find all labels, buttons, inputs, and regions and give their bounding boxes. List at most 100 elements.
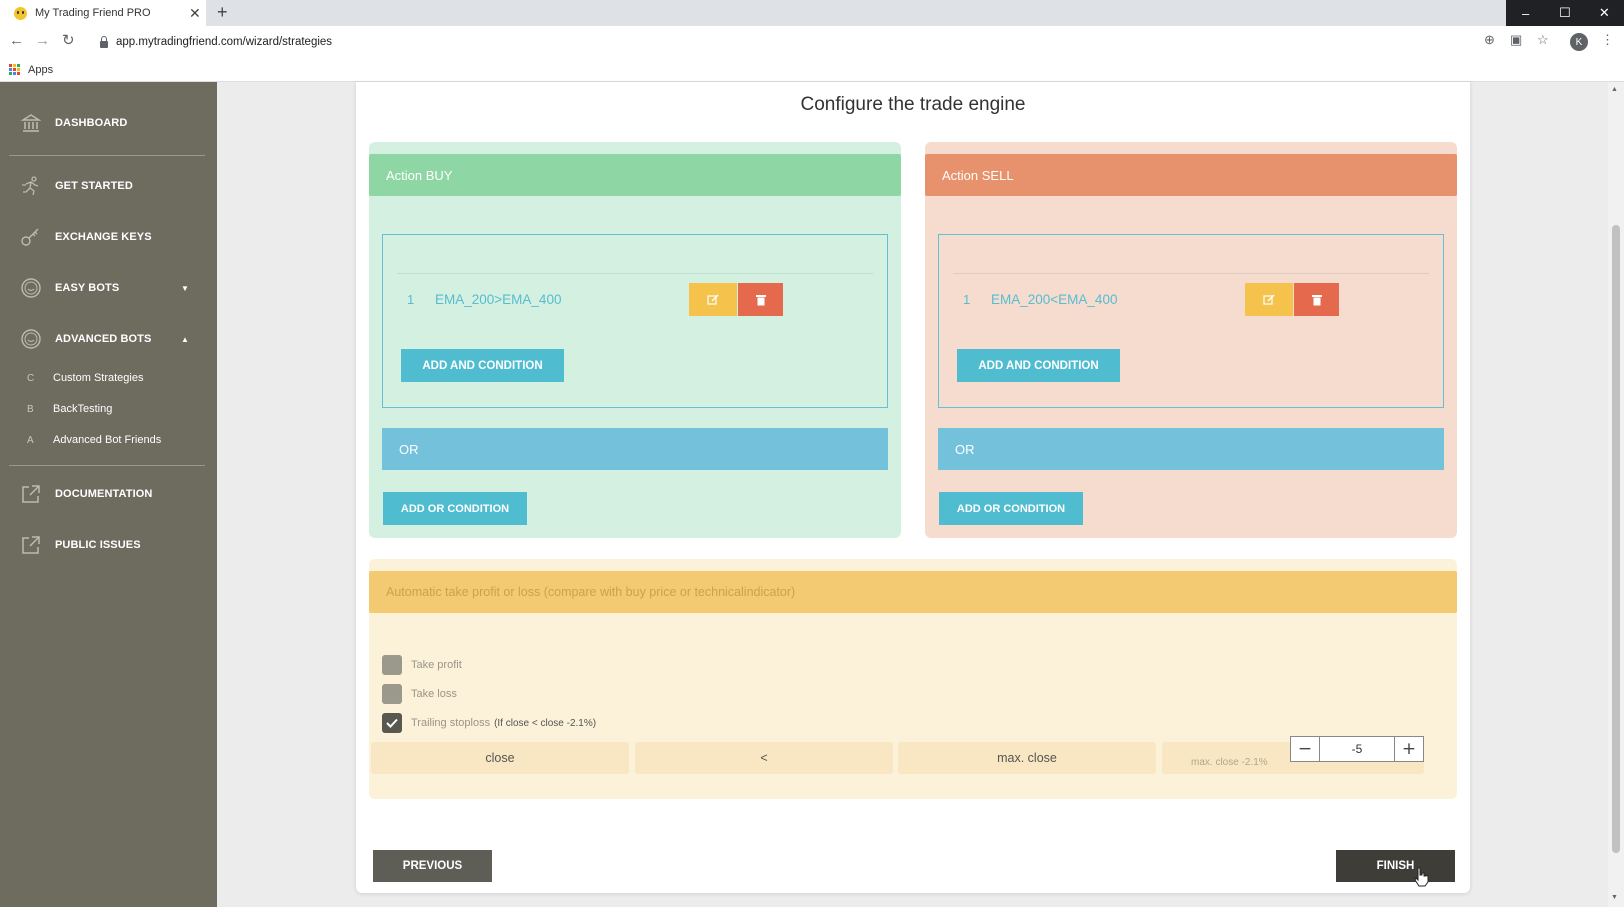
sidebar-item-dashboard[interactable]: DASHBOARD — [0, 105, 217, 141]
back-icon[interactable]: ← — [9, 33, 24, 48]
sub-letter: A — [27, 434, 34, 446]
delete-condition-button[interactable] — [738, 283, 783, 316]
take-profit-checkbox[interactable] — [382, 655, 402, 675]
external-link-icon — [22, 536, 40, 554]
decrement-button[interactable]: − — [1291, 737, 1319, 761]
sidebar-item-exchange-keys[interactable]: EXCHANGE KEYS — [0, 219, 217, 255]
buy-add-and-condition-button[interactable]: ADD AND CONDITION — [401, 349, 564, 382]
tab-title: My Trading Friend PRO — [35, 7, 151, 19]
sell-or-bar: OR — [938, 428, 1444, 470]
profile-avatar[interactable]: K — [1570, 33, 1588, 51]
location-icon[interactable]: ⊕ — [1484, 33, 1495, 46]
apps-label[interactable]: Apps — [28, 64, 53, 76]
sidebar-item-get-started[interactable]: GET STARTED — [0, 168, 217, 204]
stepper-input[interactable] — [1319, 737, 1395, 761]
sidebar-divider — [9, 465, 205, 466]
expression-operator[interactable]: < — [635, 742, 893, 774]
bookmarks-bar: Apps — [0, 58, 1624, 82]
sidebar-item-label: ADVANCED BOTS — [55, 333, 152, 345]
menu-icon[interactable]: ⋮ — [1601, 33, 1614, 46]
translate-icon[interactable]: ▣ — [1510, 33, 1522, 46]
trash-icon — [755, 294, 766, 305]
edit-icon — [707, 293, 719, 305]
buy-panel: Action BUY 1 EMA_200>EMA_400 ADD AND CON… — [369, 142, 901, 538]
sell-condition-box: 1 EMA_200<EMA_400 ADD AND CONDITION — [938, 234, 1444, 408]
url-text: app.mytradingfriend.com/wizard/strategie… — [116, 36, 333, 48]
expression-right[interactable]: max. close — [898, 742, 1156, 774]
take-profit-panel: Automatic take profit or loss (compare w… — [369, 559, 1457, 799]
sidebar-item-label: DOCUMENTATION — [55, 488, 153, 500]
sidebar-item-label: DASHBOARD — [55, 117, 128, 129]
trailing-stoploss-checkbox[interactable] — [382, 713, 402, 733]
expression-hint: max. close -2.1% — [1191, 757, 1268, 768]
smiley-icon — [21, 329, 41, 349]
edit-condition-button[interactable] — [1245, 283, 1293, 316]
condition-divider — [397, 273, 873, 274]
page-title: Configure the trade engine — [800, 94, 1026, 115]
sidebar-item-label: EXCHANGE KEYS — [55, 231, 152, 243]
sidebar-divider — [9, 155, 205, 156]
take-loss-option[interactable]: Take loss — [382, 683, 457, 705]
external-link-icon — [22, 485, 40, 503]
sell-add-or-condition-button[interactable]: ADD OR CONDITION — [939, 492, 1083, 525]
edit-condition-button[interactable] — [689, 283, 737, 316]
scroll-down-icon[interactable]: ▼ — [1611, 894, 1618, 901]
sell-panel: Action SELL 1 EMA_200<EMA_400 ADD AND CO… — [925, 142, 1457, 538]
take-profit-header: Automatic take profit or loss (compare w… — [369, 571, 1457, 613]
key-icon — [21, 228, 39, 246]
reload-icon[interactable]: ↻ — [62, 33, 75, 48]
new-tab-icon[interactable]: + — [217, 3, 228, 21]
trailing-stoploss-option[interactable]: Trailing stoploss (If close < close -2.1… — [382, 712, 596, 734]
checkmark-icon — [386, 718, 398, 728]
chevron-down-icon: ▼ — [181, 283, 189, 293]
condition-number: 1 — [407, 292, 415, 307]
runner-icon — [22, 176, 39, 196]
star-icon[interactable]: ☆ — [1537, 33, 1549, 46]
take-profit-option[interactable]: Take profit — [382, 654, 462, 676]
buy-or-bar: OR — [382, 428, 888, 470]
browser-tab[interactable]: My Trading Friend PRO ✕ — [0, 0, 206, 26]
take-loss-checkbox[interactable] — [382, 684, 402, 704]
tab-close-icon[interactable]: ✕ — [189, 6, 201, 20]
percent-stepper[interactable]: − + — [1290, 736, 1424, 762]
sidebar-item-label: GET STARTED — [55, 180, 133, 192]
sidebar-item-easy-bots[interactable]: EASY BOTS ▼ — [0, 270, 217, 306]
buy-add-or-condition-button[interactable]: ADD OR CONDITION — [383, 492, 527, 525]
scroll-thumb[interactable] — [1612, 225, 1620, 853]
minimize-icon[interactable]: – — [1506, 0, 1545, 26]
maximize-icon[interactable]: ☐ — [1545, 0, 1584, 26]
forward-icon[interactable]: → — [35, 33, 50, 48]
sidebar-subitem-custom-strategies[interactable]: C Custom Strategies — [0, 367, 217, 389]
finish-button[interactable]: FINISH — [1336, 850, 1455, 882]
sidebar-item-public-issues[interactable]: PUBLIC ISSUES — [0, 527, 217, 563]
sub-letter: B — [27, 403, 34, 415]
sub-label: Custom Strategies — [53, 372, 144, 384]
hand-cursor-icon — [1414, 867, 1429, 887]
apps-icon[interactable] — [9, 64, 20, 75]
expression-left[interactable]: close — [371, 742, 629, 774]
trash-icon — [1311, 294, 1322, 305]
sidebar-subitem-backtesting[interactable]: B BackTesting — [0, 398, 217, 420]
sidebar-item-advanced-bots[interactable]: ADVANCED BOTS ▲ — [0, 321, 217, 357]
window-close-icon[interactable]: ✕ — [1585, 0, 1624, 26]
sidebar-item-documentation[interactable]: DOCUMENTATION — [0, 476, 217, 512]
sell-add-and-condition-button[interactable]: ADD AND CONDITION — [957, 349, 1120, 382]
option-label: Trailing stoploss — [411, 717, 491, 729]
page-scrollbar[interactable]: ▲ ▼ — [1608, 82, 1624, 907]
window-controls: – ☐ ✕ — [1506, 0, 1624, 26]
sidebar-item-label: EASY BOTS — [55, 282, 120, 294]
option-label: Take loss — [411, 688, 457, 700]
delete-condition-button[interactable] — [1294, 283, 1339, 316]
previous-button[interactable]: PREVIOUS — [373, 850, 492, 882]
favicon-icon — [14, 6, 27, 20]
buy-condition-text: EMA_200>EMA_400 — [435, 292, 562, 307]
sell-header: Action SELL — [925, 154, 1457, 196]
sidebar-item-label: PUBLIC ISSUES — [55, 539, 141, 551]
address-bar[interactable]: app.mytradingfriend.com/wizard/strategie… — [92, 30, 1498, 54]
scroll-up-icon[interactable]: ▲ — [1611, 86, 1618, 93]
option-label: Take profit — [411, 659, 462, 671]
lock-icon — [100, 35, 108, 48]
sidebar-subitem-advanced-bot-friends[interactable]: A Advanced Bot Friends — [0, 429, 217, 451]
sub-letter: C — [27, 372, 35, 384]
increment-button[interactable]: + — [1395, 737, 1423, 761]
